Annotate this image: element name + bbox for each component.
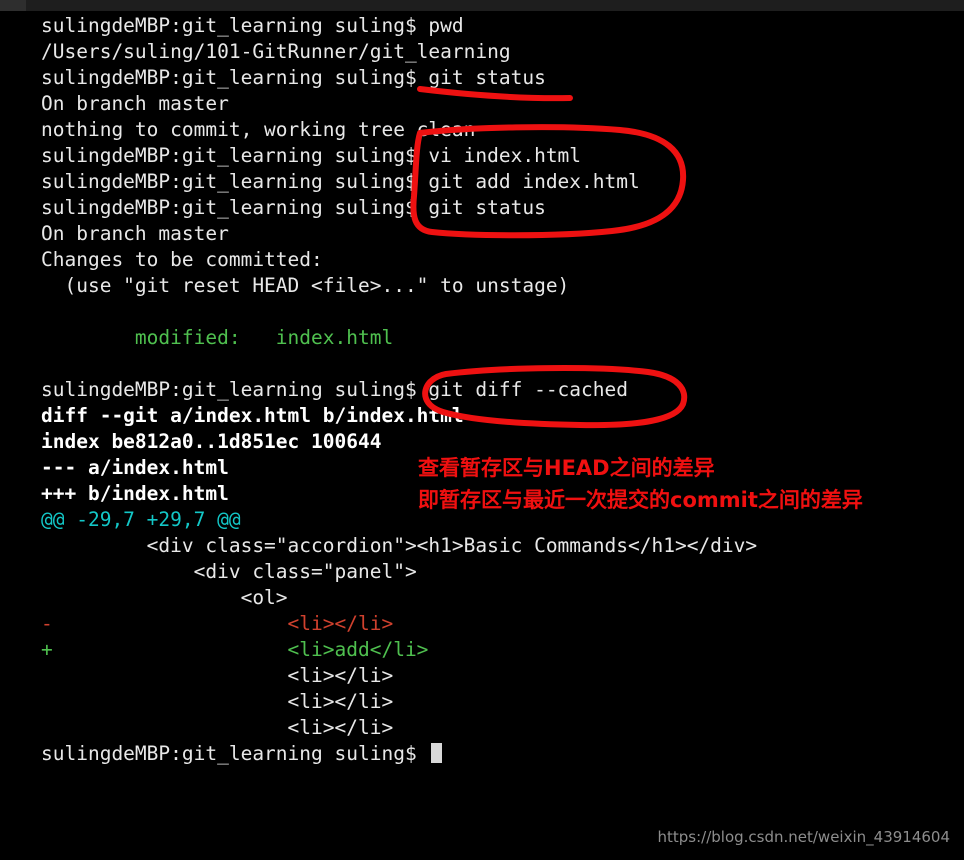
terminal-line: modified: index.html [41,326,394,349]
annotation-note-line-2: 即暂存区与最近一次提交的commit之间的差异 [418,488,863,512]
terminal-line: sulingdeMBP:git_learning suling$ git dif… [41,378,628,401]
terminal-line: /Users/suling/101-GitRunner/git_learning [41,40,511,63]
terminal-line: - <li></li> [41,612,394,635]
terminal-line: <ol> [41,586,288,609]
terminal-line: sulingdeMBP:git_learning suling$ [0,741,964,767]
terminal-output[interactable]: sulingdeMBP:git_learning suling$ pwd/Use… [0,11,964,860]
terminal-line: sulingdeMBP:git_learning suling$ git sta… [41,196,546,219]
terminal-line: sulingdeMBP:git_learning suling$ git add… [41,170,640,193]
terminal-line: <li></li> [41,690,394,713]
terminal-line: <li></li> [41,664,394,687]
window-title-bar [0,0,964,11]
terminal-line: <div class="accordion"><h1>Basic Command… [41,534,758,557]
terminal-line: nothing to commit, working tree clean [41,118,476,141]
terminal-line: <li></li> [41,716,394,739]
terminal-line: diff --git a/index.html b/index.html [41,404,464,427]
terminal-line: On branch master [41,222,229,245]
terminal-line: (use "git reset HEAD <file>..." to unsta… [41,274,570,297]
annotation-note-line-1: 查看暂存区与HEAD之间的差异 [418,456,715,480]
terminal-line: On branch master [41,92,229,115]
window-titlebar-nub [0,0,26,11]
terminal-line: <div class="panel"> [41,560,417,583]
terminal-line: Changes to be committed: [41,248,323,271]
terminal-line: sulingdeMBP:git_learning suling$ vi inde… [41,144,582,167]
terminal-line: sulingdeMBP:git_learning suling$ pwd [41,14,464,37]
terminal-cursor [431,743,443,763]
terminal-line: index be812a0..1d851ec 100644 [41,430,382,453]
terminal-screenshot: sulingdeMBP:git_learning suling$ pwd/Use… [0,0,964,860]
terminal-line: + <li>add</li> [41,638,429,661]
terminal-line: sulingdeMBP:git_learning suling$ git sta… [41,66,546,89]
watermark-url: https://blog.csdn.net/weixin_43914604 [657,828,950,846]
